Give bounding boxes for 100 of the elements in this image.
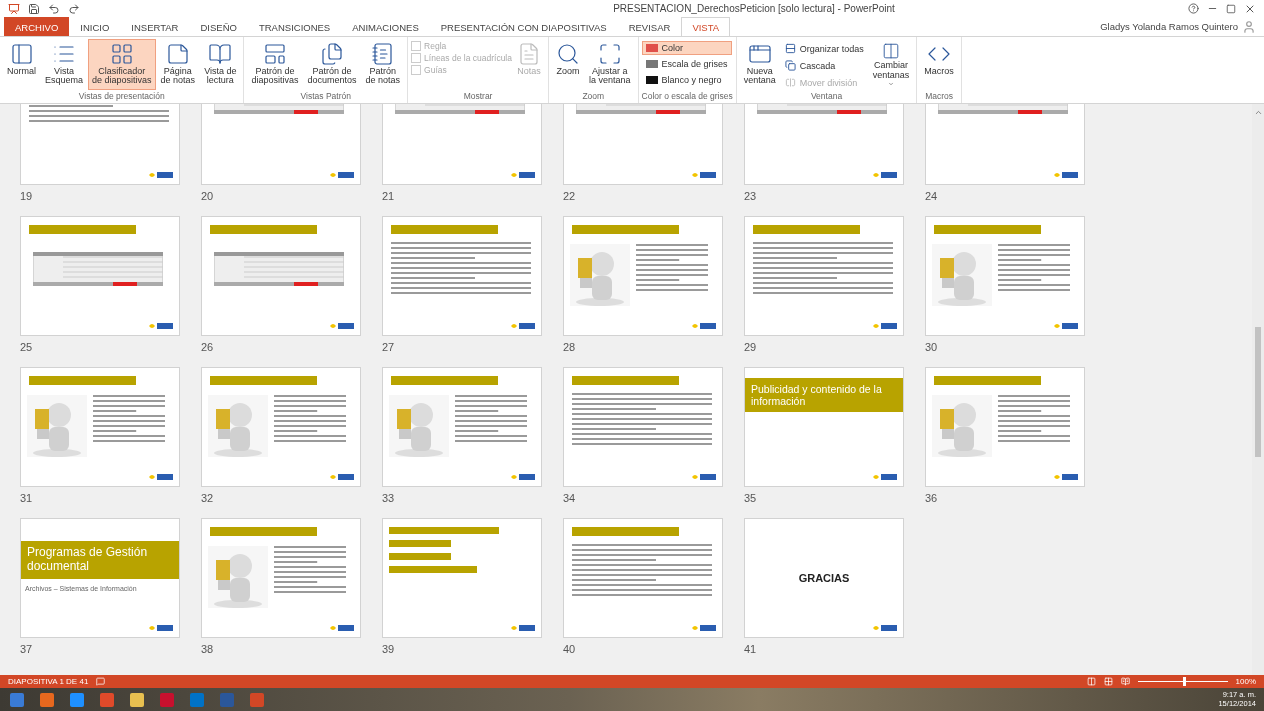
slide-number: 28	[563, 341, 577, 355]
slide-title: Programas de Gestión documental	[21, 541, 179, 579]
logo-icon	[149, 624, 173, 632]
ribbon-button[interactable]: Cambiar ventanas	[868, 39, 914, 90]
slide-thumbnail[interactable]	[563, 367, 723, 487]
ribbon-button[interactable]: Patrón de notas	[361, 39, 405, 90]
slide-thumbnail[interactable]	[20, 216, 180, 336]
taskbar-app-icon[interactable]	[38, 691, 56, 708]
logo-icon	[692, 473, 716, 481]
book-icon[interactable]	[1120, 677, 1130, 686]
normal-view-icon	[9, 42, 34, 66]
body-text-drawing	[998, 395, 1070, 445]
group-label: Zoom	[581, 91, 606, 103]
ribbon-button[interactable]: Vista Esquema	[41, 39, 88, 90]
group-label: Macros	[924, 91, 954, 103]
slide-thumbnail[interactable]	[563, 518, 723, 638]
ribbon-button[interactable]: Macros	[920, 39, 958, 90]
ribbon-button[interactable]: Zoom	[552, 39, 584, 90]
slide-number: 31	[20, 492, 34, 506]
slide-thumbnail[interactable]	[382, 216, 542, 336]
taskbar-app-icon[interactable]	[128, 691, 146, 708]
ribbon-button[interactable]: Página de notas	[156, 39, 200, 90]
normal-view-icon[interactable]	[1086, 677, 1096, 686]
slide-number: 33	[382, 492, 396, 506]
slide-number: 32	[201, 492, 215, 506]
slide-thumbnail[interactable]	[382, 367, 542, 487]
ribbon-button[interactable]: Cascada	[780, 58, 868, 73]
slide-number: 21	[382, 190, 396, 204]
window-icon	[747, 42, 772, 66]
slide-number: 20	[201, 190, 215, 204]
ribbon-button[interactable]: Patrón de diapositivas	[247, 39, 303, 90]
scrollbar[interactable]	[1252, 104, 1264, 675]
ribbon-button[interactable]: Blanco y negro	[641, 73, 732, 87]
redo-icon[interactable]	[68, 2, 80, 15]
ribbon-button[interactable]: Color	[641, 41, 732, 55]
ribbon-button[interactable]: Vista de lectura	[200, 39, 241, 90]
logo-icon	[330, 624, 354, 632]
slide-number: 29	[744, 341, 758, 355]
slide-thumbnail[interactable]	[925, 367, 1085, 487]
logo-icon	[873, 322, 897, 330]
taskbar-app-icon[interactable]	[68, 691, 86, 708]
body-text-drawing	[636, 244, 708, 294]
logo-icon	[1054, 473, 1078, 481]
save-icon[interactable]	[28, 2, 40, 15]
logo-icon	[149, 171, 173, 179]
slide-number: 38	[201, 643, 215, 657]
slide-thumbnail[interactable]	[201, 518, 361, 638]
logo-icon	[692, 624, 716, 632]
slide-title: Publicidad y contenido de la información	[745, 378, 903, 413]
maximize-icon	[597, 42, 622, 66]
slide-thumbnail[interactable]	[925, 216, 1085, 336]
user-name[interactable]: Gladys Yolanda Ramos Quintero	[1100, 21, 1238, 32]
swatch-icon	[645, 60, 658, 68]
slide-number: 41	[744, 643, 758, 657]
ribbon-tab[interactable]: VISTA	[681, 17, 731, 36]
logo-icon	[149, 322, 173, 330]
slide-thumbnail[interactable]	[201, 367, 361, 487]
slide-number: 34	[563, 492, 577, 506]
ribbon-button[interactable]: Nueva ventana	[739, 39, 780, 90]
caret-icon	[887, 80, 896, 87]
comment-icon[interactable]	[96, 677, 106, 686]
notes-icon	[517, 42, 541, 66]
logo-icon	[330, 171, 354, 179]
ribbon-button[interactable]: Organizar todas	[780, 41, 868, 56]
body-text-drawing	[274, 546, 346, 596]
slide-number: 30	[925, 341, 939, 355]
body-text-drawing	[274, 395, 346, 445]
slide-thumbnail[interactable]	[744, 216, 904, 336]
slide-thumbnail[interactable]: GRACIAS	[744, 518, 904, 638]
slide-thumbnail[interactable]	[20, 367, 180, 487]
zoom-thumb[interactable]	[1182, 677, 1186, 686]
collapse-icon[interactable]	[1253, 108, 1263, 117]
logo-icon	[692, 322, 716, 330]
slide-thumbnail[interactable]	[201, 216, 361, 336]
body-text-drawing	[998, 244, 1070, 294]
undo-icon[interactable]	[48, 2, 60, 15]
ribbon-button[interactable]: Ajustar a la ventana	[585, 39, 635, 90]
slide-number: 39	[382, 643, 396, 657]
ribbon-button[interactable]: Normal	[3, 39, 40, 90]
grid-icon[interactable]	[1103, 677, 1113, 686]
taskbar-app-icon[interactable]	[8, 691, 26, 708]
ribbon-button[interactable]: Escala de grises	[641, 57, 732, 71]
ribbon-tab[interactable]: ARCHIVO	[4, 17, 70, 36]
slide-number: 36	[925, 492, 939, 506]
logo-icon	[330, 322, 354, 330]
taskbar-app-icon[interactable]	[98, 691, 116, 708]
ribbon-button[interactable]: Patrón de documentos	[303, 39, 361, 90]
zoom-level[interactable]: 100%	[1235, 677, 1256, 686]
slide-thumbnail[interactable]	[382, 518, 542, 638]
help-icon[interactable]	[1188, 3, 1199, 14]
slide-thumbnail[interactable]	[563, 216, 723, 336]
logo-icon	[873, 624, 897, 632]
group-label: Vistas Patrón	[299, 91, 352, 103]
grid-icon	[109, 42, 134, 66]
slide-number: 26	[201, 341, 215, 355]
restore-icon[interactable]	[1226, 3, 1236, 14]
logo-icon	[1054, 171, 1078, 179]
logo-icon	[692, 171, 716, 179]
ribbon-button[interactable]: Clasificador de diapositivas	[88, 39, 156, 90]
group-label: Mostrar	[462, 91, 494, 103]
